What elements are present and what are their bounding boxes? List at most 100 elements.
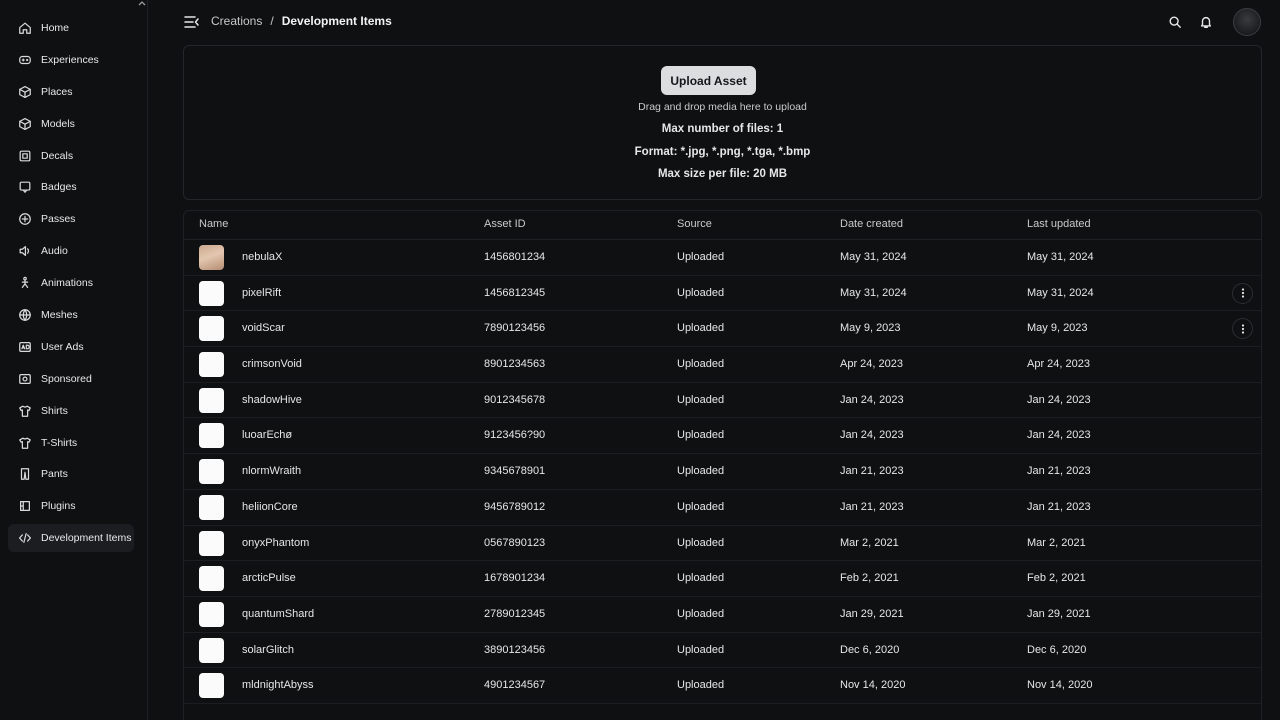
table-row[interactable]: crimsonVoid 8901234563 Uploaded Apr 24, 202… [184, 347, 1261, 383]
table-row[interactable]: shadowHive 9012345678 Uploaded Jan 24, 2023… [184, 383, 1261, 419]
cell-date-created: Apr 24, 2023 [840, 358, 903, 371]
cell-last-updated: May 31, 2024 [1027, 286, 1094, 299]
sidebar-item-label: Badges [41, 181, 77, 194]
chevron-up-icon[interactable] [137, 0, 147, 8]
asset-thumbnail [199, 316, 224, 342]
sidebar-item-label: Shirts [41, 404, 68, 417]
sidebar-item-passes[interactable]: Passes [8, 205, 134, 233]
cell-last-updated: Jan 29, 2021 [1027, 607, 1091, 620]
cell-asset-id: 2789012345 [484, 607, 546, 620]
cell-date-created: May 9, 2023 [840, 322, 901, 335]
column-header-asset-id[interactable]: Asset ID [484, 218, 526, 230]
sidebar-item-shirts[interactable]: Shirts [8, 397, 134, 425]
cell-source: Uploaded [677, 679, 725, 692]
cell-date-created: May 31, 2024 [840, 286, 907, 299]
cell-date-created: Feb 2, 2021 [840, 572, 899, 585]
sidebar-item-animations[interactable]: Animations [8, 269, 134, 297]
cell-name: nlormWraith [242, 465, 302, 478]
more-vertical-icon [1241, 288, 1244, 298]
sponsored-icon [17, 371, 32, 386]
column-header-name[interactable]: Name [199, 218, 228, 230]
search-icon[interactable] [1166, 13, 1184, 31]
sidebar-item-label: Home [41, 22, 70, 34]
upload-dropzone[interactable]: Upload Asset Drag and drop media here to… [183, 45, 1262, 200]
table-row[interactable]: heliionCore 9456789012 Uploaded Jan 21, 202… [184, 490, 1261, 526]
upload-asset-button[interactable]: Upload Asset [661, 66, 756, 95]
menu-toggle-icon[interactable] [184, 15, 200, 29]
avatar[interactable] [1233, 8, 1261, 36]
table-header: Name Asset ID Source Date created Last u… [184, 211, 1261, 240]
table-row[interactable]: nebulaX 1456801234 Uploaded May 31, 2024 May… [184, 240, 1261, 276]
cell-source: Uploaded [677, 251, 725, 263]
table-row[interactable]: quantumShard 2789012345 Uploaded Jan 29, 20… [184, 597, 1261, 633]
breadcrumb: Creations / Development Items [211, 14, 392, 28]
table-body: nebulaX 1456801234 Uploaded May 31, 2024 May… [184, 240, 1261, 704]
sidebar-item-meshes[interactable]: Meshes [8, 301, 134, 329]
cell-last-updated: May 31, 2024 [1027, 251, 1094, 263]
table-row[interactable]: nlormWraith 9345678901 Uploaded Jan 21, 202… [184, 454, 1261, 490]
cell-name: quantumShard [242, 607, 315, 620]
animation-icon [17, 276, 32, 291]
cell-source: Uploaded [677, 572, 725, 585]
app-root: Home Experiences Places Models Decals Badges P… [0, 0, 1280, 720]
shirt-icon [17, 403, 32, 418]
sidebar-item-audio[interactable]: Audio [8, 237, 134, 265]
asset-thumbnail [199, 494, 224, 520]
sidebar-item-development-items[interactable]: Development Items [8, 524, 134, 553]
column-header-date-created[interactable]: Date created [840, 218, 903, 230]
sidebar-item-sponsored[interactable]: Sponsored [8, 365, 134, 393]
table-row[interactable]: mldnightAbyss 4901234567 Uploaded Nov 14, 2… [184, 668, 1261, 704]
cell-asset-id: 9012345678 [484, 393, 546, 406]
sidebar-item-pants[interactable]: Pants [8, 460, 134, 488]
plugin-icon [17, 499, 32, 514]
cell-name: onyxPhantom [242, 536, 310, 549]
cell-name: nebulaX [242, 251, 283, 263]
asset-thumbnail [199, 352, 224, 378]
sidebar-item-models[interactable]: Models [8, 110, 134, 138]
cell-name: pixelRift [242, 286, 282, 299]
sidebar-item-label: Development Items [41, 532, 132, 545]
sidebar-item-label: User Ads [41, 340, 84, 353]
cell-asset-id: 8901234563 [484, 358, 546, 371]
cell-last-updated: Feb 2, 2021 [1027, 572, 1086, 585]
mesh-icon [17, 308, 32, 323]
table-row[interactable]: arcticPulse 1678901234 Uploaded Feb 2, 2021… [184, 561, 1261, 597]
column-header-last-updated[interactable]: Last updated [1027, 218, 1091, 230]
page-title: Development Items [281, 14, 392, 28]
table-row[interactable]: pixelRift 1456812345 Uploaded May 31, 2024 M… [184, 276, 1261, 312]
sidebar-item-places[interactable]: Places [8, 78, 134, 106]
more-options-button[interactable] [1232, 318, 1253, 340]
sidebar-item-t-shirts[interactable]: T-Shirts [8, 429, 134, 457]
table-row[interactable]: solarGlitch 3890123456 Uploaded Dec 6, 2020… [184, 633, 1261, 669]
cell-last-updated: Jan 24, 2023 [1027, 393, 1091, 406]
bell-icon[interactable] [1197, 13, 1215, 31]
sidebar-item-decals[interactable]: Decals [8, 142, 134, 170]
sidebar-item-label: Places [41, 85, 73, 98]
sidebar-item-badges[interactable]: Badges [8, 173, 134, 201]
decal-icon [17, 148, 32, 163]
table-row[interactable]: voidScar 7890123456 Uploaded May 9, 2023 May… [184, 311, 1261, 348]
cell-source: Uploaded [677, 536, 725, 549]
cell-asset-id: 4901234567 [484, 679, 546, 692]
table-row[interactable]: luoarEchø 9123456?90 Uploaded Jan 24, 2023 J… [184, 418, 1261, 455]
cell-date-created: Jan 24, 2023 [840, 393, 904, 406]
sidebar-item-user-ads[interactable]: User Ads [8, 333, 134, 361]
cell-name: arcticPulse [242, 572, 296, 585]
more-options-button[interactable] [1232, 282, 1253, 304]
sidebar-item-plugins[interactable]: Plugins [8, 492, 134, 520]
cell-asset-id: 1678901234 [484, 572, 546, 585]
sidebar-item-home[interactable]: Home [8, 14, 134, 42]
cell-source: Uploaded [677, 393, 725, 406]
table-row[interactable]: onyxPhantom 0567890123 Uploaded Mar 2, 2021… [184, 526, 1261, 562]
cell-name: luoarEchø [242, 429, 293, 442]
sidebar-item-experiences[interactable]: Experiences [8, 46, 134, 74]
breadcrumb-separator: / [270, 14, 274, 28]
cell-name: heliionCore [242, 500, 298, 513]
breadcrumb-creations[interactable]: Creations [211, 14, 262, 28]
sidebar-item-label: Models [41, 117, 75, 130]
asset-thumbnail [199, 566, 224, 592]
max-files-text: Max number of files: 1 [661, 123, 784, 135]
cell-date-created: Jan 24, 2023 [840, 429, 904, 442]
column-header-source[interactable]: Source [677, 218, 712, 230]
sidebar-item-label: Plugins [41, 500, 76, 513]
